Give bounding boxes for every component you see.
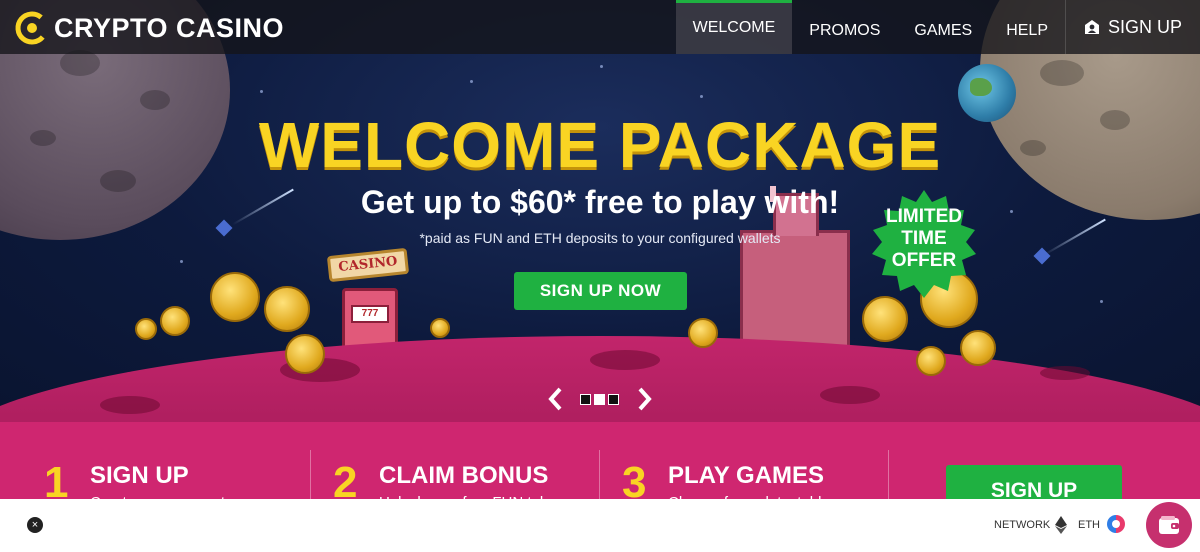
star bbox=[470, 80, 473, 83]
nav-item-games[interactable]: GAMES bbox=[897, 0, 989, 54]
chevron-left-icon bbox=[548, 387, 562, 411]
gold-coin bbox=[430, 318, 450, 338]
top-nav: CRYPTO CASINO WELCOME PROMOS GAMES HELP … bbox=[0, 0, 1200, 54]
star bbox=[600, 65, 603, 68]
star bbox=[700, 95, 703, 98]
hero-footnote: *paid as FUN and ETH deposits to your co… bbox=[419, 230, 781, 246]
nav-menu: WELCOME PROMOS GAMES HELP SIGN UP bbox=[675, 0, 1200, 54]
slot-reels: 777 bbox=[351, 305, 389, 323]
gold-coin bbox=[960, 330, 996, 366]
coin-logo-icon bbox=[15, 11, 49, 45]
hero-banner: CASINO 777 WELCOME PACKAGE Get up to $60… bbox=[0, 0, 1200, 422]
treasure-chest bbox=[916, 346, 946, 376]
signup-now-button[interactable]: SIGN UP NOW bbox=[514, 272, 687, 310]
gold-coin bbox=[285, 334, 325, 374]
wallet-status-bar: × NETWORK ETH bbox=[0, 499, 1200, 552]
hero-subhead: Get up to $60* free to play with! bbox=[360, 184, 840, 220]
nav-signup-button[interactable]: SIGN UP bbox=[1064, 0, 1200, 54]
badge-line: LIMITED bbox=[886, 206, 962, 227]
hero-headline: WELCOME PACKAGE bbox=[258, 109, 942, 181]
carousel-dot[interactable] bbox=[608, 394, 619, 405]
star bbox=[180, 260, 183, 263]
sync-icon bbox=[1107, 515, 1125, 533]
gold-coin bbox=[210, 272, 260, 322]
star bbox=[1100, 300, 1103, 303]
close-button[interactable]: × bbox=[27, 517, 43, 533]
brand-logo[interactable]: CRYPTO CASINO bbox=[14, 8, 284, 48]
gold-coin bbox=[135, 318, 157, 340]
user-icon bbox=[1084, 20, 1099, 34]
step-title: PLAY GAMES bbox=[668, 462, 825, 489]
badge-line: OFFER bbox=[891, 250, 957, 271]
carousel-controls bbox=[546, 386, 656, 412]
casino-sign: CASINO bbox=[326, 247, 410, 283]
carousel-dot[interactable] bbox=[580, 394, 591, 405]
nav-item-welcome[interactable]: WELCOME bbox=[675, 0, 793, 54]
step-title: SIGN UP bbox=[90, 462, 189, 489]
ethereum-icon bbox=[1055, 516, 1067, 534]
nav-signup-label: SIGN UP bbox=[1107, 16, 1182, 37]
wallet-icon bbox=[1159, 516, 1179, 534]
network-label: NETWORK bbox=[994, 519, 1051, 531]
badge-line: TIME bbox=[901, 228, 947, 249]
currency-label: ETH bbox=[1078, 519, 1100, 531]
nav-item-promos[interactable]: PROMOS bbox=[792, 0, 897, 54]
carousel-dot-active[interactable] bbox=[594, 394, 605, 405]
gold-coin bbox=[264, 286, 310, 332]
wallet-button[interactable] bbox=[1146, 502, 1192, 548]
gold-coin bbox=[688, 318, 718, 348]
gold-coin bbox=[160, 306, 190, 336]
chevron-right-icon bbox=[638, 387, 652, 411]
step-title: CLAIM BONUS bbox=[379, 462, 549, 489]
carousel-next-button[interactable] bbox=[634, 386, 654, 412]
limited-time-offer-badge: LIMITED TIME OFFER bbox=[866, 188, 982, 304]
star bbox=[260, 90, 263, 93]
nav-item-help[interactable]: HELP bbox=[989, 0, 1065, 54]
brand-name: CRYPTO CASINO bbox=[54, 12, 285, 43]
carousel-prev-button[interactable] bbox=[546, 386, 566, 412]
